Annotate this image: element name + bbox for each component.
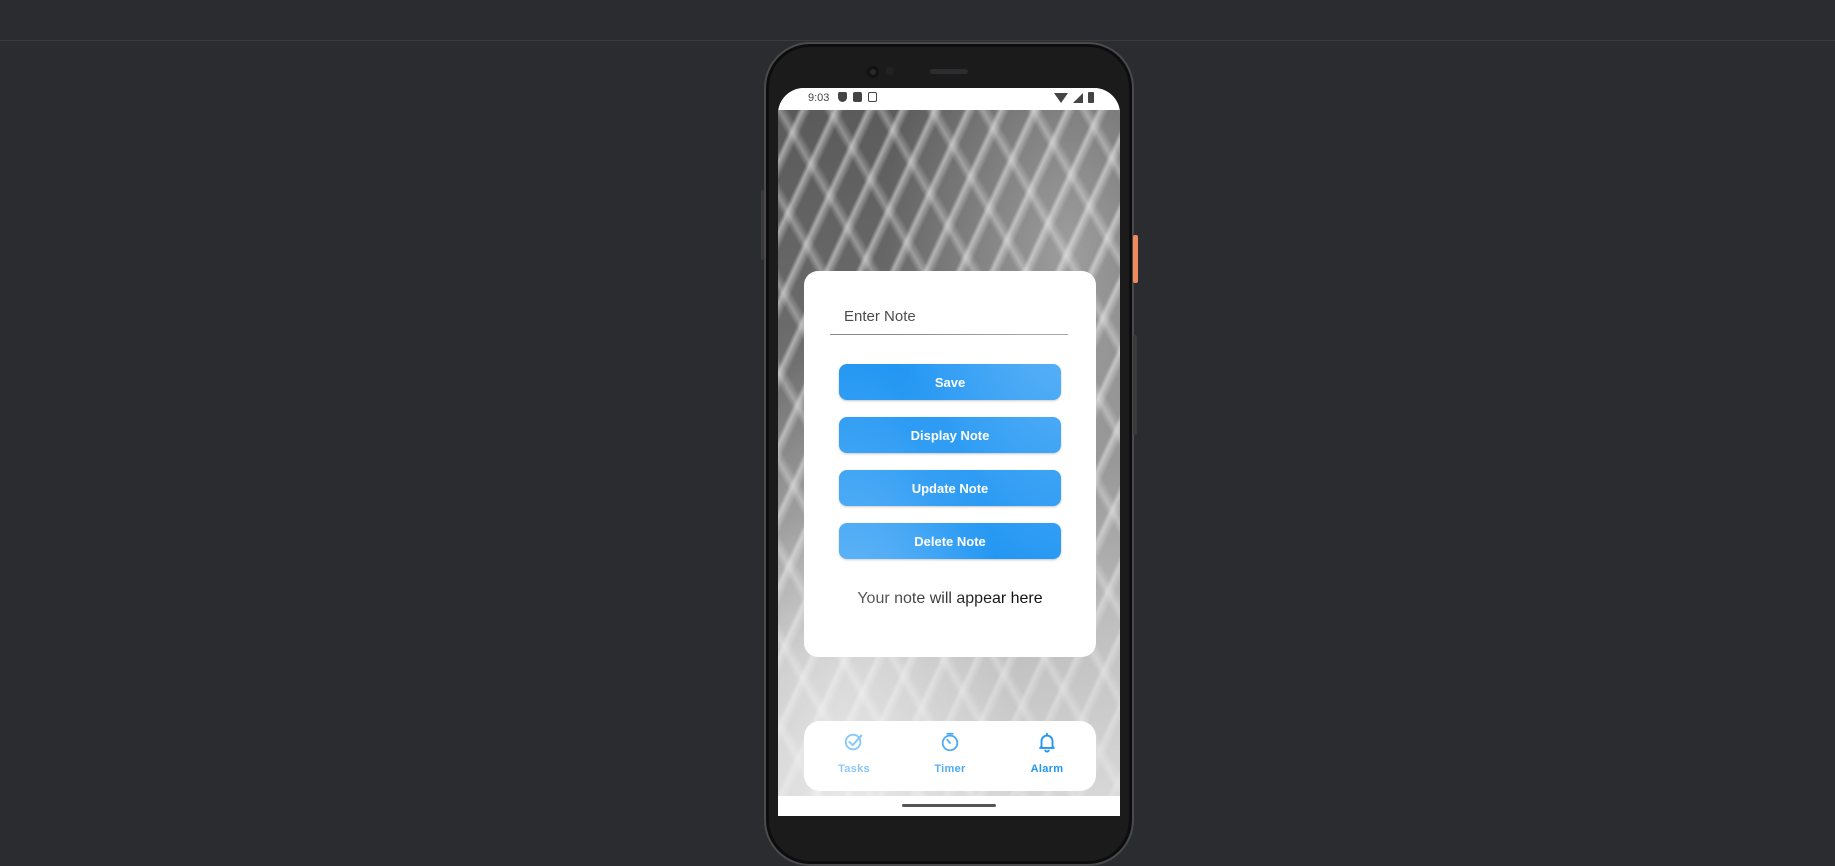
display-note-button[interactable]: Display Note bbox=[839, 417, 1061, 453]
update-note-button[interactable]: Update Note bbox=[839, 470, 1061, 506]
notification-a-icon bbox=[868, 92, 877, 102]
nav-label-timer: Timer bbox=[934, 763, 966, 775]
note-input[interactable] bbox=[830, 299, 1068, 335]
power-button[interactable] bbox=[1133, 235, 1138, 283]
sd-card-icon bbox=[853, 92, 862, 102]
note-card: Save Display Note Update Note Delete Not… bbox=[804, 271, 1096, 657]
wifi-icon bbox=[1054, 92, 1068, 103]
delete-note-button[interactable]: Delete Note bbox=[839, 523, 1061, 559]
cell-signal-icon bbox=[1073, 92, 1083, 103]
status-bar: 9:03 bbox=[778, 88, 1120, 110]
emulator-top-bar bbox=[0, 0, 1835, 41]
status-time: 9:03 bbox=[808, 92, 830, 104]
earpiece-speaker bbox=[930, 69, 968, 74]
nav-item-timer[interactable]: Timer bbox=[910, 731, 990, 775]
nav-label-tasks: Tasks bbox=[838, 763, 870, 775]
proximity-sensor bbox=[886, 67, 894, 75]
nav-item-alarm[interactable]: Alarm bbox=[1007, 731, 1087, 775]
front-camera bbox=[867, 66, 879, 78]
home-indicator[interactable] bbox=[902, 804, 996, 807]
status-system-icons bbox=[1054, 92, 1094, 103]
note-output-text: Your note will appear here bbox=[857, 590, 1043, 607]
background-image: Save Display Note Update Note Delete Not… bbox=[778, 110, 1120, 796]
battery-icon bbox=[1088, 92, 1094, 103]
phone-screen: 9:03 Save Display Note Update Note Delet… bbox=[778, 88, 1120, 816]
bell-icon bbox=[1039, 732, 1055, 753]
shield-icon bbox=[838, 92, 847, 102]
nav-label-alarm: Alarm bbox=[1030, 763, 1064, 775]
save-button[interactable]: Save bbox=[839, 364, 1061, 400]
bottom-navigation: Tasks Timer Alarm bbox=[804, 721, 1096, 791]
volume-button[interactable] bbox=[1133, 335, 1137, 435]
check-circle-icon bbox=[844, 733, 863, 751]
nav-item-tasks[interactable]: Tasks bbox=[814, 731, 894, 775]
timer-icon bbox=[941, 732, 959, 752]
status-notification-icons bbox=[838, 92, 877, 102]
